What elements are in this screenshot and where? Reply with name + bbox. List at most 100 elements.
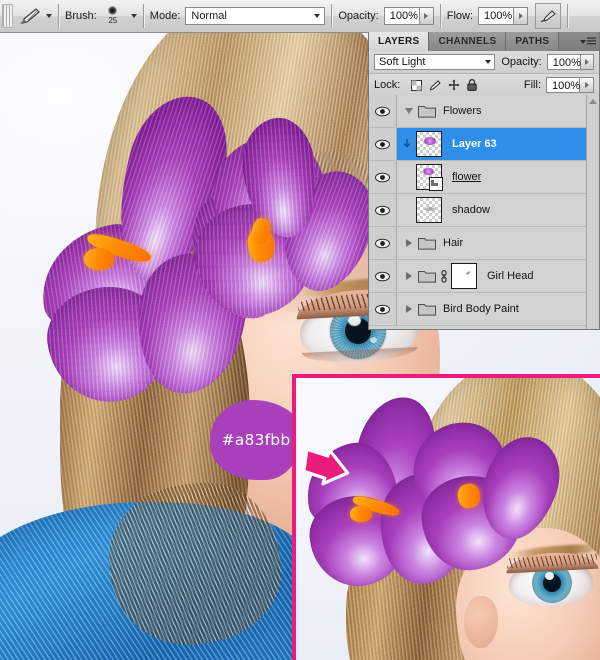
brush-size-value: 25	[108, 16, 117, 25]
layer-row-body[interactable]: Girl Head	[397, 260, 599, 292]
chevron-right-icon	[519, 13, 523, 19]
flow-slider-button[interactable]	[514, 7, 528, 25]
brush-preview[interactable]: 25	[102, 4, 124, 28]
lock-all-icon[interactable]	[467, 79, 477, 91]
eye-icon	[375, 139, 390, 150]
tab-channels[interactable]: CHANNELS	[429, 32, 506, 51]
blend-and-opacity-row[interactable]: Soft Light Opacity: 100%	[369, 51, 599, 74]
eye-highlight-secondary	[370, 337, 377, 343]
group-disclosure-toggle[interactable]	[402, 108, 415, 114]
layer-blend-mode-select[interactable]: Soft Light	[374, 54, 495, 70]
link-mask-icon[interactable]	[440, 270, 448, 283]
mode-label: Mode:	[150, 10, 181, 22]
chevron-down-icon	[314, 14, 320, 18]
color-hex-label: #a83fbb	[222, 431, 291, 449]
layer-visibility-toggle[interactable]	[369, 293, 397, 325]
tab-paths[interactable]: PATHS	[506, 32, 559, 51]
group-disclosure-toggle[interactable]	[402, 305, 415, 313]
inset-content	[296, 378, 600, 660]
divider	[58, 4, 59, 28]
color-value-badge: #a83fbb	[210, 400, 302, 480]
blend-mode-select[interactable]: Normal	[185, 7, 325, 25]
layer-row-body[interactable]: Hair	[397, 227, 599, 259]
layer-row-body[interactable]: shadow	[397, 194, 599, 226]
panel-menu-button[interactable]	[577, 32, 599, 51]
lock-buttons-group[interactable]	[411, 79, 477, 91]
tab-layers-label: LAYERS	[378, 36, 419, 47]
layer-row-body[interactable]: Flowers	[397, 95, 599, 127]
layer-visibility-toggle[interactable]	[369, 260, 397, 292]
opacity-input[interactable]: 100%	[384, 7, 420, 25]
lock-label: Lock:	[374, 79, 400, 91]
layer-name: Hair	[443, 237, 463, 249]
group-disclosure-toggle[interactable]	[402, 272, 415, 280]
layer-opacity-input[interactable]: 100%	[547, 54, 581, 70]
layer-row-body[interactable]: flower	[397, 161, 599, 193]
lock-image-pixels-icon[interactable]	[429, 80, 441, 91]
layer-opacity-slider-button[interactable]	[581, 54, 594, 70]
flow-input[interactable]: 100%	[478, 7, 514, 25]
layer-blend-mode-value: Soft Light	[379, 56, 425, 68]
layer-visibility-toggle[interactable]	[369, 161, 397, 193]
table-row[interactable]: Flowers	[369, 95, 599, 128]
options-bar-grip[interactable]	[2, 4, 13, 28]
layer-visibility-toggle[interactable]	[369, 194, 397, 226]
divider	[143, 4, 144, 28]
lock-and-fill-row[interactable]: Lock: Fill: 100%	[369, 74, 599, 97]
layer-thumbnail[interactable]	[416, 131, 442, 157]
layer-opacity-label: Opacity:	[501, 56, 541, 68]
layer-thumbnail[interactable]	[416, 197, 442, 223]
table-row[interactable]: shadow	[369, 194, 599, 227]
paintbrush-icon[interactable]	[16, 6, 42, 26]
layer-name: Layer 63	[452, 138, 497, 150]
table-row[interactable]: Layer 63	[369, 128, 599, 161]
triangle-right-icon	[406, 272, 412, 280]
opacity-slider-button[interactable]	[420, 7, 434, 25]
folder-icon	[418, 269, 436, 283]
tab-layers[interactable]: LAYERS	[369, 32, 429, 51]
brush-chevron-down-icon[interactable]	[131, 14, 137, 18]
triangle-up-icon	[589, 99, 597, 104]
table-row[interactable]: flower	[369, 161, 599, 194]
airbrush-toggle-button[interactable]	[535, 3, 561, 29]
mask-content	[466, 271, 470, 275]
layer-visibility-toggle[interactable]	[369, 95, 397, 127]
fill-label: Fill:	[524, 79, 541, 91]
flow-label: Flow:	[447, 10, 473, 22]
divider	[567, 4, 568, 28]
flower-stamen	[84, 248, 114, 270]
layer-fill-input[interactable]: 100%	[546, 77, 580, 93]
table-row[interactable]: Girl Head	[369, 260, 599, 293]
layers-panel[interactable]: LAYERS CHANNELS PATHS Soft Light	[368, 32, 600, 330]
eye-icon	[375, 106, 390, 117]
layer-list[interactable]: Flowers	[369, 95, 599, 329]
opacity-label: Opacity:	[338, 10, 378, 22]
table-row[interactable]: Bird Body Paint	[369, 293, 599, 326]
layer-visibility-toggle[interactable]	[369, 227, 397, 259]
brush-label: Brush:	[65, 10, 97, 22]
layer-list-scrollbar[interactable]	[586, 95, 599, 329]
triangle-right-icon	[406, 239, 412, 247]
pointer-arrow-icon	[300, 450, 352, 492]
group-disclosure-toggle[interactable]	[402, 239, 415, 247]
scroll-up-arrow-icon[interactable]	[587, 95, 599, 107]
layer-row-body[interactable]: Layer 63	[397, 128, 599, 160]
lock-transparent-pixels-icon[interactable]	[411, 80, 422, 91]
table-row[interactable]: Hair	[369, 227, 599, 260]
lock-position-icon[interactable]	[448, 79, 460, 91]
clipping-mask-indicator	[402, 139, 413, 150]
layer-thumbnail[interactable]	[416, 164, 442, 190]
layer-mask-thumbnail[interactable]	[451, 263, 477, 289]
tool-options-bar[interactable]: Brush: 25 Mode: Normal Opacity: 100% Flo…	[0, 0, 600, 33]
airbrush-icon	[540, 9, 557, 24]
tool-preset-chevron-down-icon[interactable]	[46, 14, 52, 18]
inset-preview-panel[interactable]	[292, 374, 600, 660]
layer-visibility-toggle[interactable]	[369, 128, 397, 160]
blend-mode-value: Normal	[191, 10, 226, 22]
divider	[440, 4, 441, 28]
divider	[331, 4, 332, 28]
layer-fill-slider-button[interactable]	[580, 77, 594, 93]
layer-row-body[interactable]: Bird Body Paint	[397, 293, 599, 325]
eye-icon	[375, 205, 390, 216]
panel-tab-bar[interactable]: LAYERS CHANNELS PATHS	[369, 32, 599, 51]
